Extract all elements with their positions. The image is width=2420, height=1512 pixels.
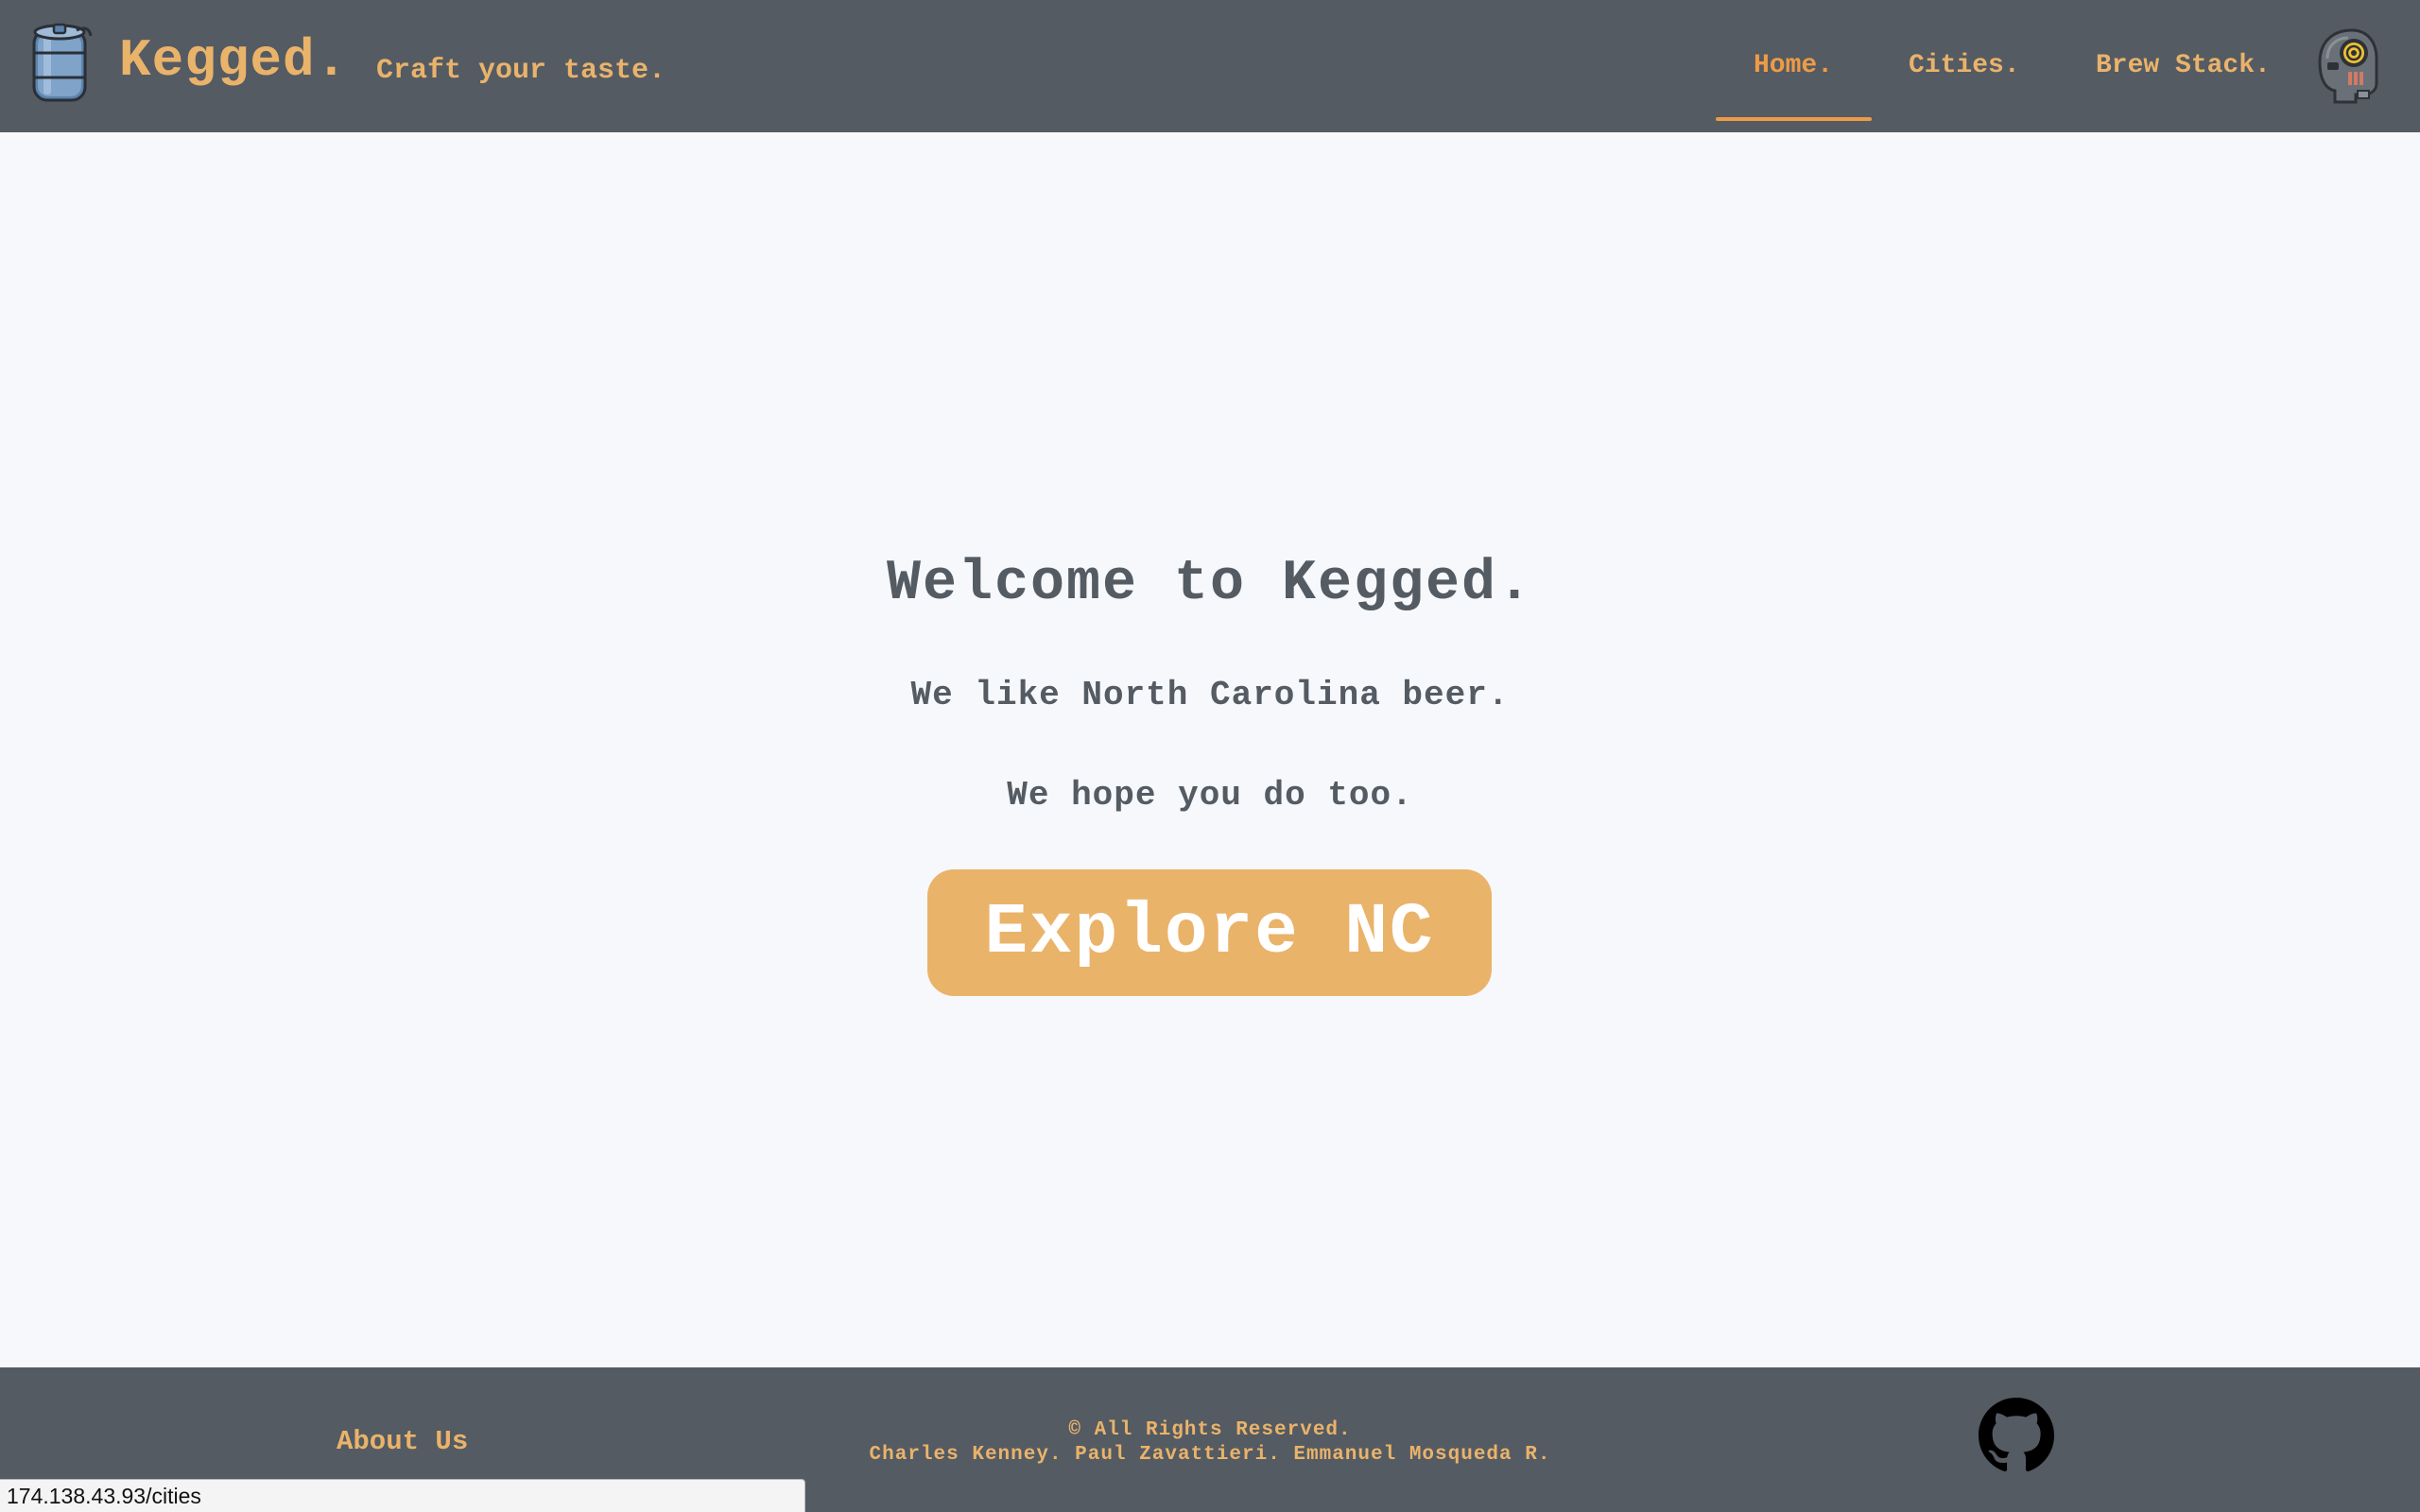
brand-title[interactable]: Kegged.: [119, 34, 348, 87]
hero-title: Welcome to Kegged.: [886, 552, 1534, 616]
brand-tagline: Craft your taste.: [376, 55, 666, 87]
nav-cities-link[interactable]: Cities.: [1909, 53, 2020, 79]
copyright-text: © All Rights Reserved.: [1068, 1419, 1352, 1441]
nav-brew-stack-link[interactable]: Brew Stack.: [2096, 53, 2271, 79]
hero-subtitle-1: We like North Carolina beer.: [910, 676, 1510, 714]
active-nav-indicator: [1716, 117, 1872, 121]
nav-home-link[interactable]: Home.: [1754, 53, 1833, 79]
keg-icon[interactable]: [25, 23, 95, 104]
authors-text: Charles Kenney. Paul Zavattieri. Emmanue…: [869, 1444, 1551, 1466]
browser-status-url: 174.138.43.93/cities: [0, 1479, 805, 1512]
top-navbar: Kegged. Craft your taste. Home. Cities. …: [0, 0, 2420, 132]
github-icon[interactable]: [1979, 1398, 2054, 1473]
hero-subtitle-2: We hope you do too.: [1007, 776, 1413, 815]
footer-credits: © All Rights Reserved. Charles Kenney. P…: [0, 1418, 2420, 1468]
explore-nc-button[interactable]: Explore NC: [927, 869, 1492, 996]
robot-avatar-icon[interactable]: [2310, 25, 2380, 106]
